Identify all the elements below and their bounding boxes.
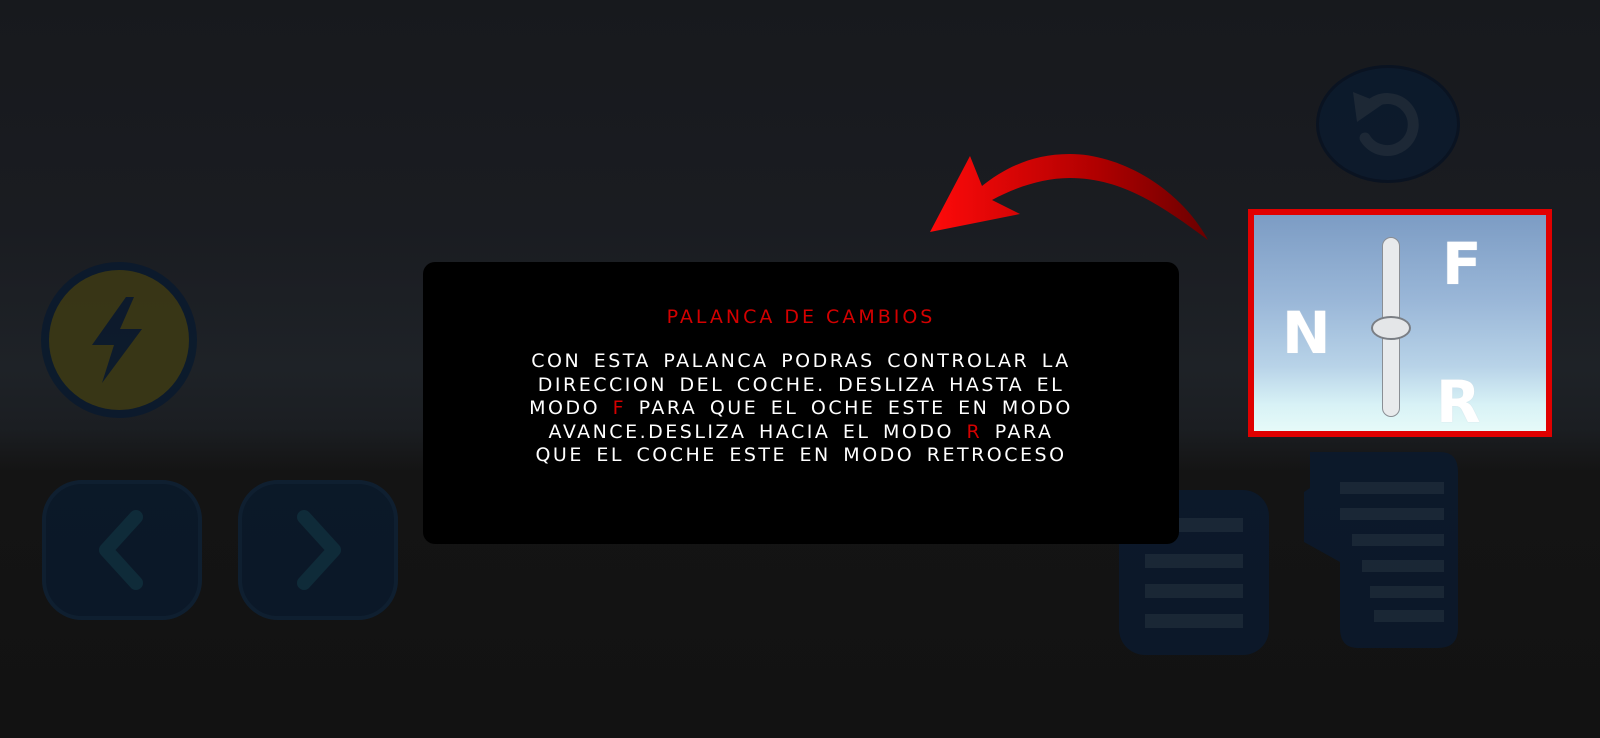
tutorial-line: MODO F PARA QUE EL OCHE ESTE EN MODO	[453, 397, 1149, 421]
tutorial-pointer-arrow-icon	[930, 154, 1208, 240]
tutorial-key-forward: F	[612, 397, 627, 419]
chevron-right-icon	[297, 510, 341, 590]
game-scene: F N R PALANCA DE CAMBIOS CON ESTA PALANC…	[0, 0, 1600, 738]
gear-shifter[interactable]: F N R	[1254, 215, 1546, 431]
boost-button[interactable]	[41, 262, 197, 418]
gear-reverse-label: R	[1436, 368, 1481, 431]
tutorial-line: AVANCE.DESLIZA HACIA EL MODO R PARA	[453, 421, 1149, 445]
steer-right-button[interactable]	[238, 480, 398, 620]
gear-neutral-label: N	[1282, 299, 1331, 367]
tutorial-title: PALANCA DE CAMBIOS	[666, 306, 936, 328]
gear-slider-knob[interactable]	[1371, 316, 1411, 340]
tutorial-text: PARA QUE EL OCHE ESTE EN MODO	[626, 397, 1073, 419]
tutorial-line: DIRECCION DEL COCHE. DESLIZA HASTA EL	[537, 373, 1065, 396]
lightning-bolt-icon	[92, 297, 142, 383]
reset-button[interactable]	[1316, 65, 1460, 183]
steer-left-button[interactable]	[42, 480, 202, 620]
gear-forward-label: F	[1442, 230, 1482, 298]
boost-button-inner	[49, 270, 189, 410]
tutorial-line: CON ESTA PALANCA PODRAS CONTROLAR LA	[531, 350, 1071, 372]
tutorial-text: AVANCE.DESLIZA HACIA EL MODO	[548, 420, 967, 443]
tutorial-line: QUE EL COCHE ESTE EN MODO RETROCESO	[535, 444, 1067, 466]
tutorial-body: CON ESTA PALANCA PODRAS CONTROLAR LA DIR…	[453, 350, 1149, 468]
tutorial-text: MODO	[529, 397, 613, 419]
gas-pedal-icon[interactable]	[1300, 452, 1460, 652]
tutorial-dialog: PALANCA DE CAMBIOS CON ESTA PALANCA PODR…	[423, 262, 1179, 544]
tutorial-text: PARA	[982, 420, 1054, 443]
tutorial-key-reverse: R	[966, 420, 983, 443]
chevron-left-icon	[99, 510, 143, 590]
rotate-ccw-icon	[1353, 92, 1419, 156]
gear-shifter-highlight: F N R	[1248, 209, 1552, 437]
